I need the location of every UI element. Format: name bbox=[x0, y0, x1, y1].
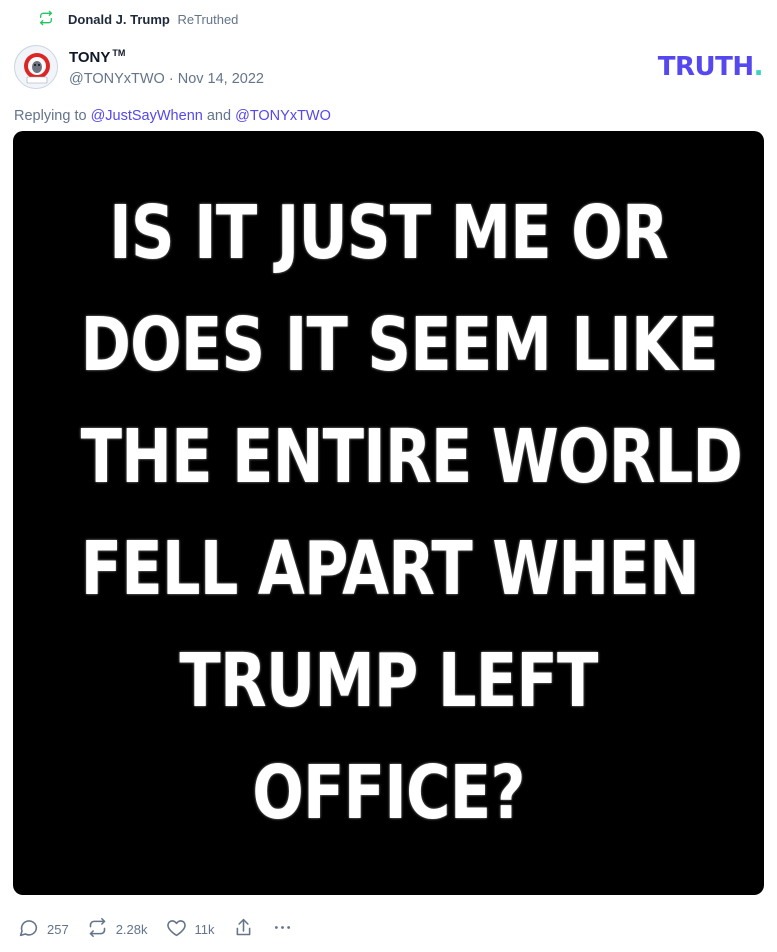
image-text: IS IT JUST ME OR DOES IT SEEM LIKE THE E… bbox=[80, 177, 743, 849]
truth-logo[interactable]: TRUTH. bbox=[657, 52, 764, 82]
image-text-line: FELL APART WHEN bbox=[80, 526, 700, 612]
image-text-line: DOES IT SEEM LIKE bbox=[80, 302, 719, 388]
retruth-count: 2.28k bbox=[115, 921, 148, 937]
avatar[interactable] bbox=[14, 45, 58, 89]
author-name[interactable]: TONY bbox=[69, 49, 110, 66]
lion-maga-avatar bbox=[15, 46, 57, 88]
post-image[interactable]: IS IT JUST ME OR DOES IT SEEM LIKE THE E… bbox=[13, 131, 764, 895]
reply-mention-1[interactable]: @JustSayWhenn bbox=[91, 108, 203, 124]
action-bar: 257 2.28k 11k bbox=[18, 916, 311, 942]
like-count: 11k bbox=[194, 921, 215, 937]
post-date[interactable]: Nov 14, 2022 bbox=[178, 71, 264, 87]
logo-dot: . bbox=[753, 52, 764, 82]
reply-button[interactable]: 257 bbox=[18, 917, 69, 941]
author-badge: TM bbox=[112, 48, 126, 58]
share-icon bbox=[233, 917, 254, 941]
post-header: TONY TM @TONYxTWO · Nov 14, 2022 TRUTH. bbox=[14, 44, 764, 94]
share-button[interactable] bbox=[233, 917, 254, 941]
logo-text: TRUTH bbox=[657, 52, 754, 82]
more-button[interactable] bbox=[272, 917, 293, 941]
retruth-bar: Donald J. Trump ReTruthed bbox=[38, 10, 238, 29]
image-text-line: TRUMP LEFT bbox=[179, 638, 598, 724]
author-display-name[interactable]: TONY TM bbox=[69, 48, 125, 66]
heart-icon bbox=[166, 917, 187, 941]
retruth-button[interactable]: 2.28k bbox=[87, 917, 148, 941]
reply-icon bbox=[18, 917, 39, 941]
retruth-label: ReTruthed bbox=[177, 12, 239, 27]
more-icon bbox=[272, 917, 293, 941]
author-meta: @TONYxTWO · Nov 14, 2022 bbox=[69, 71, 264, 87]
retruth-user-name[interactable]: Donald J. Trump bbox=[68, 12, 170, 27]
image-text-line: OFFICE? bbox=[252, 750, 525, 836]
image-text-line: IS IT JUST ME OR bbox=[109, 190, 669, 276]
replying-to: Replying to @JustSayWhenn and @TONYxTWO bbox=[14, 108, 331, 124]
reply-prefix: Replying to bbox=[14, 108, 87, 124]
image-text-line: THE ENTIRE WORLD bbox=[80, 414, 743, 500]
like-button[interactable]: 11k bbox=[166, 917, 215, 941]
author-handle[interactable]: @TONYxTWO bbox=[69, 71, 165, 87]
meta-separator: · bbox=[168, 71, 174, 87]
reply-count: 257 bbox=[47, 921, 69, 937]
retruth-icon bbox=[38, 10, 54, 29]
reply-mention-2[interactable]: @TONYxTWO bbox=[235, 108, 331, 124]
reply-conjunction: and bbox=[206, 108, 232, 124]
retruth-icon bbox=[87, 917, 108, 941]
